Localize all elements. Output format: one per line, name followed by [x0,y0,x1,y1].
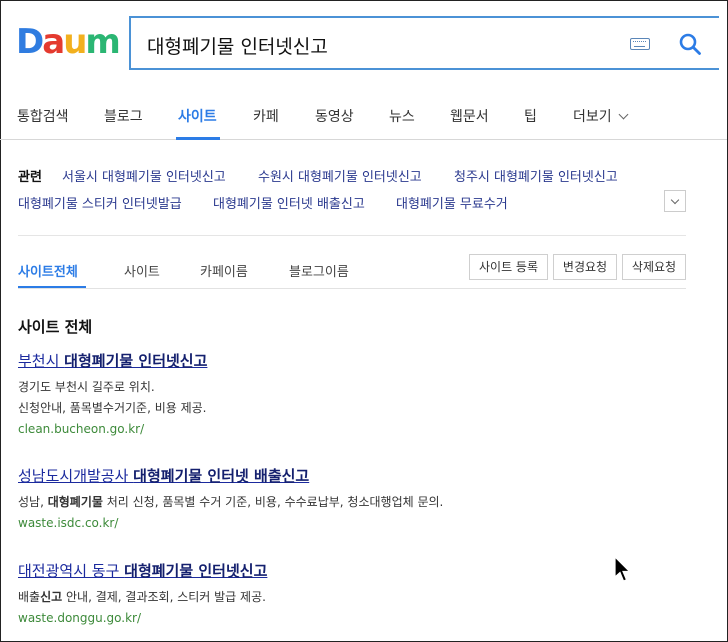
active-tab-indicator [176,137,220,140]
related-link[interactable]: 수원시 대형폐기물 인터넷신고 [258,166,422,185]
result-title-highlight: 대형폐기물 인터넷 배출신고 [133,467,310,485]
result-url[interactable]: clean.bucheon.go.kr/ [18,422,678,436]
result-desc-highlight: 신고 [40,590,63,604]
subtab-cafe-name[interactable]: 카페이름 [200,261,248,280]
related-expand-button[interactable] [664,190,686,212]
search-icon[interactable] [678,32,702,56]
result-desc-highlight: 대형폐기물 [47,495,103,509]
result-description: 경기도 부천시 길주로 위치. 신청안내, 품목별수거기준, 비용 제공. [18,377,678,419]
result-desc-line: 신청안내, 품목별수거기준, 비용 제공. [18,401,207,415]
change-request-button[interactable]: 변경요청 [553,254,617,280]
result-title-highlight: 대형폐기물 인터넷신고 [64,352,208,370]
logo-letter: a [42,22,65,62]
search-tabs: 통합검색 블로그 사이트 카페 동영상 뉴스 웹문서 팁 더보기 [0,96,727,140]
result-title-highlight: 대형폐기물 인터넷신고 [124,562,268,580]
result-description: 성남, 대형폐기물 처리 신청, 품목별 수거 기준, 비용, 수수료납부, 청… [18,492,678,513]
active-subtab-indicator [18,286,86,288]
daum-logo[interactable]: D a u m [16,22,121,62]
tab-site[interactable]: 사이트 [178,106,217,126]
subtab-blog-name[interactable]: 블로그이름 [289,261,349,280]
result-title-link[interactable]: 성남도시개발공사 대형폐기물 인터넷 배출신고 [18,465,678,486]
tab-cafe[interactable]: 카페 [253,106,279,126]
result-url[interactable]: waste.donggu.go.kr/ [18,611,678,625]
result-description: 배출신고 안내, 결제, 결과조회, 스티커 발급 제공. [18,587,678,608]
result-url[interactable]: waste.isdc.co.kr/ [18,516,678,530]
divider [18,235,686,236]
tab-news[interactable]: 뉴스 [389,106,415,126]
result-title-text: 대전광역시 동구 [18,562,125,580]
result-desc-text: 처리 신청, 품목별 수거 기준, 비용, 수수료납부, 청소대행업체 문의. [102,495,444,509]
result-title-link[interactable]: 대전광역시 동구 대형폐기물 인터넷신고 [18,560,678,581]
tab-video[interactable]: 동영상 [315,106,354,126]
related-link[interactable]: 대형폐기물 인터넷 배출신고 [213,193,365,212]
mouse-pointer-icon [614,556,631,582]
result-title-text: 부천시 [18,352,65,370]
result-item: 대전광역시 동구 대형폐기물 인터넷신고 배출신고 안내, 결제, 결과조회, … [18,560,678,625]
result-desc-text: 배출 [18,590,41,604]
site-subtabs: 사이트전체 사이트 카페이름 블로그이름 사이트 등록 변경요청 삭제요청 [18,252,686,289]
search-input[interactable]: 대형폐기물 인터넷신고 [147,32,328,59]
tab-more[interactable]: 더보기 [573,106,629,126]
tab-tip[interactable]: 팁 [524,106,537,126]
logo-letter: u [63,22,87,62]
keyboard-icon[interactable] [630,38,650,50]
site-register-button[interactable]: 사이트 등록 [469,254,548,280]
result-desc-line: 경기도 부천시 길주로 위치. [18,380,155,394]
tab-blog[interactable]: 블로그 [104,106,143,126]
subtab-all-sites[interactable]: 사이트전체 [18,261,78,280]
section-title: 사이트 전체 [18,318,93,336]
logo-letter: D [16,22,44,62]
search-box[interactable]: 대형폐기물 인터넷신고 [129,16,719,70]
result-item: 부천시 대형폐기물 인터넷신고 경기도 부천시 길주로 위치. 신청안내, 품목… [18,350,678,436]
result-title-link[interactable]: 부천시 대형폐기물 인터넷신고 [18,350,678,371]
logo-letter: m [85,22,120,62]
result-item: 성남도시개발공사 대형폐기물 인터넷 배출신고 성남, 대형폐기물 처리 신청,… [18,465,678,530]
related-link[interactable]: 청주시 대형폐기물 인터넷신고 [454,166,618,185]
related-link[interactable]: 대형폐기물 스티커 인터넷발급 [18,193,182,212]
result-title-text: 성남도시개발공사 [18,467,134,485]
related-link[interactable]: 서울시 대형폐기물 인터넷신고 [62,166,226,185]
result-desc-text: 안내, 결제, 결과조회, 스티커 발급 제공. [62,590,266,604]
subtab-site[interactable]: 사이트 [124,261,160,280]
chevron-down-icon [618,109,629,120]
tab-webdoc[interactable]: 웹문서 [450,106,489,126]
related-link[interactable]: 대형폐기물 무료수거 [396,193,508,212]
related-label: 관련 [18,170,42,185]
delete-request-button[interactable]: 삭제요청 [622,254,686,280]
tab-integrated[interactable]: 통합검색 [17,106,69,126]
result-desc-text: 성남, [18,495,48,509]
tab-more-label: 더보기 [573,109,612,125]
